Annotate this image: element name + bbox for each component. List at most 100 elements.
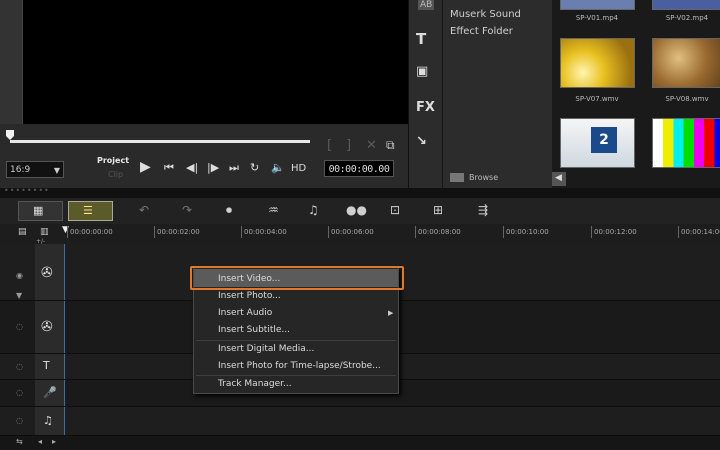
music-track-header[interactable]: ♫ [35,407,65,435]
grip-icon: •••••••• [4,186,50,195]
track-view-icon[interactable]: ▤ [18,227,27,237]
ripple-icon[interactable]: ▥ [40,227,49,237]
end-icon[interactable]: ⏭ [229,161,239,175]
play-icon[interactable]: ▶ [140,159,151,175]
voice-track-header[interactable]: 🎤 [35,380,65,406]
menu-item-insert-digital-media[interactable]: Insert Digital Media... [218,344,314,354]
thumbnail-label: SP-V02.mp4 [665,14,709,22]
scrubber-track[interactable] [10,140,310,143]
film-reel-icon: ✇ [41,319,53,335]
library-folder-item[interactable]: Muserk Sound Effect Folder [450,6,550,40]
filter-fx-icon[interactable]: FX [416,100,435,115]
undo-icon[interactable]: ↶ [139,203,149,217]
panel-splitter[interactable]: •••••••• [0,186,720,198]
thumbnail-sp-v02[interactable] [652,0,720,10]
scroll-right-icon[interactable]: ▸ [52,437,56,446]
browse-icon [450,173,464,182]
menu-item-insert-photo-timelapse[interactable]: Insert Photo for Time-lapse/Strobe... [218,361,381,371]
title-track-header[interactable]: T [35,354,65,379]
hd-toggle[interactable]: HD [291,163,306,174]
music-track[interactable]: ♫ ◌ [0,407,720,436]
video-track-header[interactable]: ✇ [35,244,65,300]
ruler-tick: 00:00:02:00 [154,226,200,238]
subtitle-editor-icon[interactable]: ⊡ [390,203,400,217]
timeline-icon: ☰ [83,204,93,217]
track-visibility-icon[interactable]: ◉ [16,271,23,280]
graphic-icon[interactable]: ▣ [416,64,428,79]
sound-mixer-icon[interactable]: ♒ [268,203,279,217]
path-icon[interactable]: ↘ [416,134,427,149]
submenu-arrow-icon: ▶ [388,309,394,317]
chevron-down-icon: ▼ [53,166,60,175]
speed-icon[interactable]: ⇶ [478,203,488,217]
thumbnail-color-bars[interactable] [652,118,720,168]
fit-icon[interactable]: ⇆ [16,437,23,446]
highlight-box [190,266,404,290]
thumbnail-sp-v08[interactable] [652,38,720,88]
microphone-icon: 🎤 [43,386,57,399]
preview-side-bar [0,0,22,124]
menu-item-insert-audio[interactable]: Insert Audio [218,308,272,318]
title-icon[interactable]: T [416,30,426,48]
music-note-icon: ♫ [43,414,53,427]
storyboard-view-button[interactable]: ▦ [18,201,63,221]
home-icon[interactable]: ⏮ [164,161,174,175]
record-capture-icon[interactable]: ⏺ [226,203,232,218]
timeline-view-button[interactable]: ☰ [68,201,113,221]
title-icon: T [43,359,50,372]
next-frame-icon[interactable]: |▶ [207,161,219,174]
browse-button[interactable]: Browse [450,173,498,182]
menu-item-insert-photo[interactable]: Insert Photo... [218,291,281,301]
menu-separator [196,375,396,376]
timeline-scrollbar[interactable]: ⇆ ◂ ▸ [0,436,720,450]
ruler-tick: 00:00:10:00 [503,226,549,238]
track-visibility-icon[interactable]: ◌ [16,416,23,425]
thumbnail-sp-v01[interactable] [560,0,635,10]
menu-separator [196,340,396,341]
mode-project[interactable]: Project [97,156,129,165]
thumbnail-countdown[interactable]: 2 [560,118,635,168]
library-scroll-left[interactable]: ◀ [552,172,566,186]
mark-out-icon[interactable]: ] [346,138,351,153]
multi-trim-icon[interactable]: ⊞ [433,203,443,217]
aspect-ratio-value: 16:9 [10,165,31,175]
thumbnail-label: SP-V07.wmv [575,95,619,103]
ruler-tick: 00:00:06:00 [328,226,374,238]
film-reel-icon: ✇ [41,265,53,281]
overlay-track-header[interactable]: ✇ [35,301,65,353]
transition-icon[interactable]: AB [418,0,435,10]
ruler-tick: 00:00:12:00 [591,226,637,238]
storyboard-icon: ▦ [33,204,44,217]
scroll-left-icon[interactable]: ◂ [38,437,42,446]
thumbnail-sp-v07[interactable] [560,38,635,88]
ruler-tick: 00:00:00:00 [67,226,113,238]
track-visibility-icon[interactable]: ◌ [16,388,23,397]
menu-item-insert-subtitle[interactable]: Insert Subtitle... [218,325,290,335]
track-visibility-icon[interactable]: ◌ [16,322,23,331]
expand-track-icon[interactable]: ▼ [16,291,22,300]
library-toolbar [408,0,443,188]
mode-clip[interactable]: Clip [108,170,123,179]
previous-frame-icon[interactable]: ◀| [186,161,198,174]
aspect-ratio-select[interactable]: 16:9 ▼ [6,161,64,178]
thumbnail-label: SP-V01.mp4 [575,14,619,22]
menu-item-track-manager[interactable]: Track Manager... [218,379,292,389]
mark-in-icon[interactable]: [ [327,138,332,153]
ruler-tick: 00:00:08:00 [415,226,461,238]
library-thumbnails: SP-V01.mp4 SP-V02.mp4 SP-V07.wmv SP-V08.… [552,0,720,188]
timecode-display[interactable]: 00:00:00.00 [324,160,394,177]
ruler-tick: 00:00:04:00 [241,226,287,238]
ruler-tick: 00:00:14:00 [678,226,720,238]
split-clip-icon[interactable]: ✕ [366,138,377,153]
redo-icon[interactable]: ↷ [182,203,192,217]
countdown-number: 2 [591,127,617,153]
preview-screen [22,0,409,124]
repeat-icon[interactable]: ↻ [250,161,259,174]
chevron-left-icon: ◀ [555,173,562,183]
thumbnail-label: SP-V08.wmv [665,95,709,103]
motion-tracking-icon[interactable]: ●● [346,203,367,217]
volume-icon[interactable]: 🔈 [271,161,285,174]
copy-icon[interactable]: ⧉ [386,138,395,153]
track-visibility-icon[interactable]: ◌ [16,362,23,371]
auto-music-icon[interactable]: ♫ [308,203,319,217]
